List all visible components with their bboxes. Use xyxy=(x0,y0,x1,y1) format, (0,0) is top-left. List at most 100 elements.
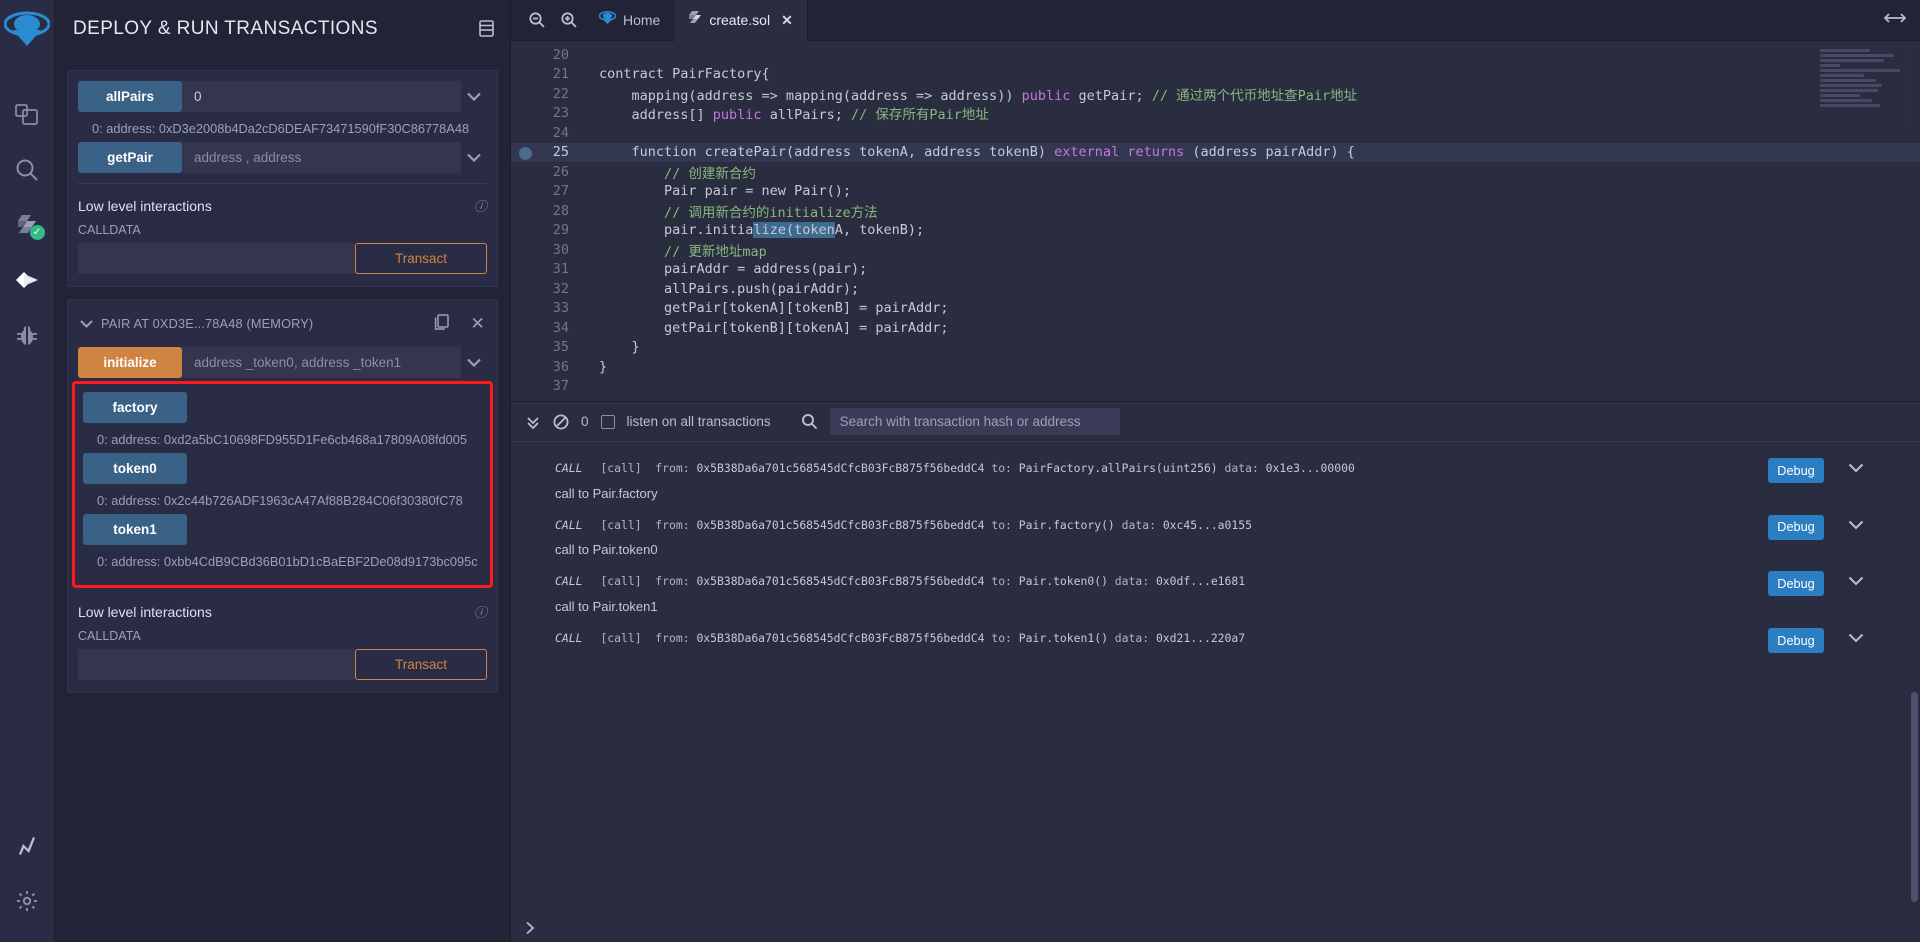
editor-scrollbar[interactable] xyxy=(1912,41,1920,401)
code-line[interactable]: 36} xyxy=(511,357,1920,377)
code-text: function createPair(address tokenA, addr… xyxy=(581,144,1355,160)
debug-button[interactable]: Debug xyxy=(1768,571,1824,596)
transaction-summary: CALL[call] from: 0x5B38Da6a701c568545dCf… xyxy=(511,460,1920,478)
copy-icon[interactable] xyxy=(434,314,449,333)
chevrons-down-icon[interactable] xyxy=(525,414,541,430)
pair-transact-button[interactable]: Transact xyxy=(355,649,487,680)
code-editor[interactable]: 2021contract PairFactory{22 mapping(addr… xyxy=(511,41,1920,401)
line-number: 36 xyxy=(511,359,581,375)
close-icon[interactable]: ✕ xyxy=(781,12,793,29)
chevron-down-icon[interactable] xyxy=(1848,517,1864,535)
code-text: mapping(address => mapping(address => ad… xyxy=(581,84,1357,104)
code-line[interactable]: 22 mapping(address => mapping(address =>… xyxy=(511,84,1920,104)
factory-button[interactable]: factory xyxy=(83,392,187,423)
plugin-manager-icon[interactable] xyxy=(0,818,55,873)
chevron-down-icon[interactable] xyxy=(1848,573,1864,591)
code-text: getPair[tokenB][tokenA] = pairAddr; xyxy=(581,320,949,336)
code-line[interactable]: 34 getPair[tokenB][tokenA] = pairAddr; xyxy=(511,318,1920,338)
line-number: 21 xyxy=(511,66,581,82)
line-number: 34 xyxy=(511,320,581,336)
debug-button[interactable]: Debug xyxy=(1768,515,1824,540)
terminal-scrollbar[interactable] xyxy=(1911,692,1918,902)
factory-calldata-row: Transact xyxy=(78,243,487,274)
code-line[interactable]: 37 xyxy=(511,377,1920,397)
initialize-input[interactable] xyxy=(182,347,461,378)
expand-arrows-icon[interactable] xyxy=(1884,11,1920,29)
code-line[interactable]: 20 xyxy=(511,45,1920,65)
function-row-allpairs: allPairs xyxy=(78,81,487,112)
transaction-subtitle: call to Pair.token1 xyxy=(511,591,1920,614)
initialize-expand-icon[interactable] xyxy=(461,347,487,378)
code-line[interactable]: 35 } xyxy=(511,338,1920,358)
factory-transact-button[interactable]: Transact xyxy=(355,243,487,274)
transaction-log-row[interactable]: CALL[call] from: 0x5B38Da6a701c568545dCf… xyxy=(511,450,1920,507)
chevron-down-icon[interactable] xyxy=(1848,630,1864,648)
icon-rail: ✓ xyxy=(0,0,55,942)
line-number: 25 xyxy=(511,144,581,160)
code-line[interactable]: 26 // 创建新合约 xyxy=(511,162,1920,182)
chevron-down-icon[interactable] xyxy=(1848,460,1864,478)
remix-home-icon xyxy=(599,10,616,31)
remix-logo-icon[interactable] xyxy=(4,8,50,63)
getpair-expand-icon[interactable] xyxy=(461,142,487,173)
zoom-out-icon[interactable] xyxy=(521,0,553,41)
code-line[interactable]: 21contract PairFactory{ xyxy=(511,65,1920,85)
allpairs-button[interactable]: allPairs xyxy=(78,81,182,112)
no-entry-icon[interactable] xyxy=(553,414,569,430)
debugger-icon[interactable] xyxy=(0,307,55,362)
code-line[interactable]: 23 address[] public allPairs; // 保存所有Pai… xyxy=(511,104,1920,124)
code-line[interactable]: 25 function createPair(address tokenA, a… xyxy=(511,143,1920,163)
factory-calldata-input[interactable] xyxy=(78,243,355,274)
code-line[interactable]: 31 pairAddr = address(pair); xyxy=(511,260,1920,280)
terminal-panel: 0 listen on all transactions CALL[call] … xyxy=(511,401,1920,942)
token1-button[interactable]: token1 xyxy=(83,514,187,545)
transaction-log-row[interactable]: CALL[call] from: 0x5B38Da6a701c568545dCf… xyxy=(511,507,1920,564)
code-line[interactable]: 32 allPairs.push(pairAddr); xyxy=(511,279,1920,299)
code-line[interactable]: 33 getPair[tokenA][tokenB] = pairAddr; xyxy=(511,299,1920,319)
solidity-compiler-icon[interactable]: ✓ xyxy=(0,197,55,252)
panel-layout-icon[interactable] xyxy=(479,0,510,42)
allpairs-input[interactable] xyxy=(182,81,461,112)
pair-calldata-input[interactable] xyxy=(78,649,355,680)
transaction-log-row[interactable]: CALL[call] from: 0x5B38Da6a701c568545dCf… xyxy=(511,563,1920,620)
getpair-input[interactable] xyxy=(182,142,461,173)
listen-all-checkbox[interactable] xyxy=(601,415,615,429)
code-line[interactable]: 27 Pair pair = new Pair(); xyxy=(511,182,1920,202)
search-icon[interactable] xyxy=(801,413,818,430)
editor-minimap[interactable] xyxy=(1816,47,1912,125)
debug-button[interactable]: Debug xyxy=(1768,458,1824,483)
initialize-button[interactable]: initialize xyxy=(78,347,182,378)
tab-create-sol[interactable]: create.sol ✕ xyxy=(674,0,807,41)
file-explorer-icon[interactable] xyxy=(0,87,55,142)
code-line[interactable]: 28 // 调用新合约的initialize方法 xyxy=(511,201,1920,221)
code-line[interactable]: 29 pair.initialize(tokenA, tokenB); xyxy=(511,221,1920,241)
transaction-log-row[interactable]: CALL[call] from: 0x5B38Da6a701c568545dCf… xyxy=(511,620,1920,654)
transaction-search-input[interactable] xyxy=(830,408,1120,435)
tab-home[interactable]: Home xyxy=(585,0,674,41)
pair-instance-header[interactable]: PAIR AT 0XD3E...78A48 (MEMORY) ✕ xyxy=(78,310,487,347)
close-icon[interactable]: ✕ xyxy=(457,315,485,332)
pair-low-level-header: Low level interactions ⓘ xyxy=(78,588,487,629)
chevron-down-icon[interactable] xyxy=(80,317,93,331)
code-text: pairAddr = address(pair); xyxy=(581,261,867,277)
settings-icon[interactable] xyxy=(0,873,55,928)
line-number: 35 xyxy=(511,339,581,355)
remix-ide-window: ✓ xyxy=(0,0,1920,942)
zoom-in-icon[interactable] xyxy=(553,0,585,41)
function-row-token0: token0 xyxy=(83,453,482,484)
debug-button[interactable]: Debug xyxy=(1768,628,1824,653)
chevron-right-icon[interactable] xyxy=(525,921,535,938)
allpairs-expand-icon[interactable] xyxy=(461,81,487,112)
breakpoint-icon[interactable] xyxy=(519,147,532,160)
code-line[interactable]: 30 // 更新地址map xyxy=(511,240,1920,260)
factory-calldata-label: CALLDATA xyxy=(78,223,487,243)
search-icon[interactable] xyxy=(0,142,55,197)
tab-home-label: Home xyxy=(623,12,660,28)
deploy-run-icon[interactable] xyxy=(0,252,55,307)
info-icon[interactable]: ⓘ xyxy=(474,196,487,215)
code-line[interactable]: 24 xyxy=(511,123,1920,143)
info-icon[interactable]: ⓘ xyxy=(474,602,487,621)
getpair-button[interactable]: getPair xyxy=(78,142,182,173)
token0-button[interactable]: token0 xyxy=(83,453,187,484)
transaction-log-list[interactable]: CALL[call] from: 0x5B38Da6a701c568545dCf… xyxy=(511,442,1920,916)
